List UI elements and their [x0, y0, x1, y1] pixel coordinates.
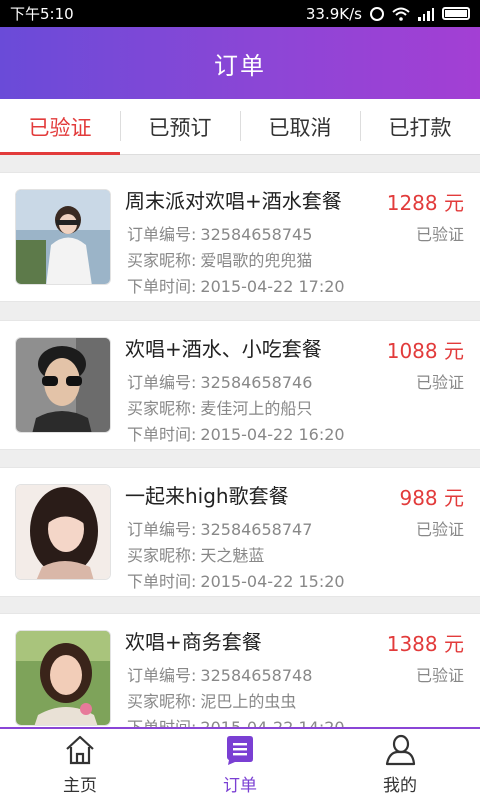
- order-number-label: 订单编号:: [127, 373, 197, 392]
- bottom-nav: 主页 订单 我的: [0, 727, 480, 800]
- buyer-name-label: 买家昵称:: [127, 692, 197, 711]
- buyer-name-label: 买家昵称:: [127, 546, 197, 565]
- package-title: 欢唱+酒水、小吃套餐: [125, 337, 322, 361]
- order-card[interactable]: 欢唱+酒水、小吃套餐 订单编号: 32584658746 买家昵称: 麦佳河上的船只…: [0, 320, 480, 450]
- order-time-label: 下单时间:: [127, 425, 197, 444]
- buyer-name: 麦佳河上的船只: [200, 399, 313, 418]
- order-card[interactable]: 周末派对欢唱+酒水套餐 订单编号: 32584658745 买家昵称: 爱唱歌的兜兜…: [0, 172, 480, 302]
- nav-profile-label: 我的: [383, 776, 417, 796]
- order-status-tabs: 已验证 已预订 已取消 已打款: [0, 99, 480, 155]
- nav-orders-label: 订单: [223, 776, 257, 796]
- order-number-label: 订单编号:: [127, 225, 197, 244]
- signal-icon: [418, 7, 434, 21]
- order-number-label: 订单编号:: [127, 520, 197, 539]
- user-icon: [385, 734, 416, 766]
- buyer-name-row: 买家昵称: 泥巴上的虫虫: [127, 688, 296, 712]
- buyer-name-row: 买家昵称: 麦佳河上的船只: [127, 395, 312, 419]
- order-status: 已验证: [415, 520, 464, 539]
- nav-home-label: 主页: [63, 776, 97, 796]
- order-card[interactable]: 一起来high歌套餐 订单编号: 32584658747 买家昵称: 天之魅蓝 下单…: [0, 467, 480, 597]
- order-number: 32584658748: [200, 666, 313, 685]
- nav-profile[interactable]: 我的: [320, 729, 480, 800]
- nav-orders[interactable]: 订单: [160, 729, 320, 800]
- order-price: 988 元: [399, 486, 464, 510]
- buyer-avatar: [15, 189, 111, 285]
- order-time-label: 下单时间:: [127, 572, 197, 591]
- order-status: 已验证: [415, 225, 464, 244]
- order-time: 2015-04-22 17:20: [200, 277, 345, 296]
- buyer-avatar: [15, 484, 111, 580]
- order-number: 32584658745: [200, 225, 313, 244]
- buyer-name-label: 买家昵称:: [127, 251, 197, 270]
- order-list-icon: [227, 736, 253, 765]
- order-number-row: 订单编号: 32584658745: [127, 221, 312, 245]
- order-number-row: 订单编号: 32584658747: [127, 516, 312, 540]
- nav-home[interactable]: 主页: [0, 729, 160, 800]
- tab-paid[interactable]: 已打款: [360, 99, 480, 154]
- order-time-label: 下单时间:: [127, 277, 197, 296]
- network-speed: 33.9K/s: [305, 4, 362, 23]
- order-number: 32584658746: [200, 373, 313, 392]
- tab-cancelled[interactable]: 已取消: [240, 99, 360, 154]
- buyer-name: 天之魅蓝: [200, 546, 265, 565]
- order-time-row: 下单时间: 2015-04-22 16:20: [127, 421, 345, 445]
- battery-icon: [442, 7, 470, 20]
- home-icon: [66, 735, 94, 765]
- header-bar: 订单: [0, 27, 480, 99]
- order-price: 1288 元: [386, 191, 464, 215]
- order-number: 32584658747: [200, 520, 313, 539]
- order-status: 已验证: [415, 666, 464, 685]
- order-time-row: 下单时间: 2015-04-22 15:20: [127, 568, 345, 592]
- buyer-name-row: 买家昵称: 爱唱歌的兜兜猫: [127, 247, 312, 271]
- buyer-avatar: [15, 337, 111, 433]
- buyer-name: 泥巴上的虫虫: [200, 692, 297, 711]
- tab-reserved[interactable]: 已预订: [120, 99, 240, 154]
- order-time-row: 下单时间: 2015-04-22 17:20: [127, 273, 345, 297]
- page-title: 订单: [214, 51, 266, 80]
- order-number-row: 订单编号: 32584658746: [127, 369, 312, 393]
- status-time: 下午5:10: [10, 5, 74, 23]
- order-list[interactable]: 周末派对欢唱+酒水套餐 订单编号: 32584658745 买家昵称: 爱唱歌的兜兜…: [0, 172, 480, 728]
- package-title: 周末派对欢唱+酒水套餐: [125, 189, 342, 213]
- order-number-row: 订单编号: 32584658748: [127, 662, 312, 686]
- order-number-label: 订单编号:: [127, 666, 197, 685]
- buyer-name: 爱唱歌的兜兜猫: [200, 251, 313, 270]
- order-card[interactable]: 欢唱+商务套餐 订单编号: 32584658748 买家昵称: 泥巴上的虫虫 下单时…: [0, 613, 480, 728]
- order-time: 2015-04-22 15:20: [200, 572, 345, 591]
- status-bar: 下午5:10 33.9K/s: [0, 0, 480, 27]
- wifi-icon: [392, 7, 410, 21]
- buyer-avatar: [15, 630, 111, 726]
- alarm-icon: [370, 6, 384, 21]
- tab-verified[interactable]: 已验证: [0, 99, 120, 155]
- order-status: 已验证: [415, 373, 464, 392]
- order-time: 2015-04-22 16:20: [200, 425, 345, 444]
- buyer-name-row: 买家昵称: 天之魅蓝: [127, 542, 264, 566]
- buyer-name-label: 买家昵称:: [127, 399, 197, 418]
- order-time-row: 下单时间: 2015-04-22 14:20: [127, 714, 345, 728]
- package-title: 一起来high歌套餐: [125, 484, 289, 508]
- package-title: 欢唱+商务套餐: [125, 630, 262, 654]
- order-price: 1388 元: [386, 632, 464, 656]
- order-price: 1088 元: [386, 339, 464, 363]
